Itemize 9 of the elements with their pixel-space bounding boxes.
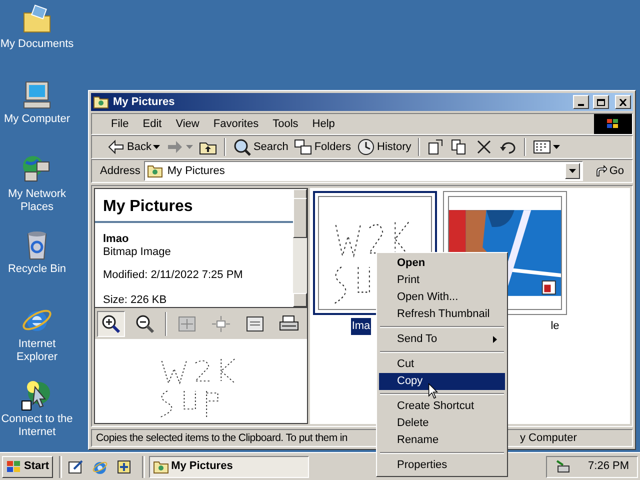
thumbnail-label: le bbox=[550, 319, 560, 334]
clock: 7:26 PM bbox=[588, 459, 629, 474]
file-type: Bitmap Image bbox=[103, 246, 172, 259]
modified-date: Modified: 2/11/2022 7:25 PM bbox=[103, 268, 244, 283]
thumbnail-label: Ima bbox=[350, 318, 372, 334]
address-label: Address bbox=[100, 164, 140, 179]
file-size: Size: 226 KB bbox=[103, 292, 168, 308]
file-name: lmao bbox=[103, 233, 130, 246]
window-title: My Pictures bbox=[113, 94, 176, 110]
